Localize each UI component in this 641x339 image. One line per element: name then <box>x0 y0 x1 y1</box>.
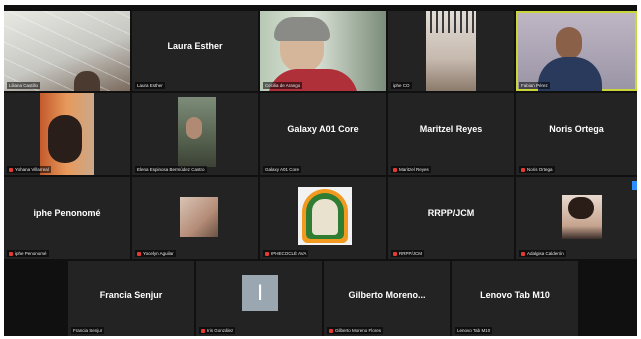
page-indicator-tab[interactable] <box>632 181 637 190</box>
avatar: I <box>242 275 278 311</box>
muted-mic-icon <box>137 251 141 256</box>
participant-display-name: iphe Penonomé <box>33 208 101 219</box>
participant-tile[interactable]: Liliana Castillo <box>4 11 130 91</box>
muted-mic-icon <box>521 167 525 172</box>
participant-tile[interactable]: Elena Espinosa Bermúdez Castro <box>132 93 258 175</box>
participant-tile[interactable]: I Iris González <box>196 261 322 336</box>
participant-tile[interactable]: Gilberto Moreno... Gilberto Moreno Flore… <box>324 261 450 336</box>
muted-mic-icon <box>9 167 13 172</box>
participant-label: Galaxy A01 Core <box>263 166 302 173</box>
participant-tile[interactable]: Lenovo Tab M10 Lenovo Tab M10 <box>452 261 578 336</box>
participant-display-name: Francia Senjur <box>99 289 163 300</box>
participant-video <box>180 197 218 237</box>
face <box>556 27 582 59</box>
window-bars <box>430 11 474 33</box>
participant-label: Laura Esther <box>135 82 165 89</box>
participant-label: Maritzel Reyes <box>391 166 431 173</box>
participant-tile[interactable]: Adalgisa Calderón <box>516 177 637 259</box>
hair <box>274 17 330 41</box>
participant-tile[interactable]: Galaxy A01 Core Galaxy A01 Core <box>260 93 386 175</box>
participant-display-name: RRPP/JCM <box>427 208 475 219</box>
video-gallery: Liliana Castillo Laura Esther Laura Esth… <box>4 5 637 336</box>
emblem-figure-icon <box>312 199 338 235</box>
person-hair <box>48 115 82 163</box>
participant-label: IPHECOCLÉ AVA <box>263 250 309 257</box>
participant-label: Yohana Villarreal <box>7 166 51 173</box>
participant-tile[interactable]: Francia Senjur Francia Senjur <box>68 261 194 336</box>
muted-mic-icon <box>393 251 397 256</box>
participant-tile[interactable]: Yohana Villarreal <box>4 93 130 175</box>
muted-mic-icon <box>201 328 205 333</box>
participant-label: Liliana Castillo <box>7 82 41 89</box>
participant-display-name: Maritzel Reyes <box>419 124 483 135</box>
participant-label: Iris González <box>199 327 236 334</box>
participant-tile[interactable]: IPHECOCLÉ AVA <box>260 177 386 259</box>
participant-tile[interactable]: Maritzel Reyes Maritzel Reyes <box>388 93 514 175</box>
participant-tile[interactable]: Noris Ortega Noris Ortega <box>516 93 637 175</box>
participant-label: Cecilia de Arango <box>263 82 303 89</box>
participant-label: iphe CO <box>391 82 412 89</box>
participant-label: Adalgisa Calderón <box>519 250 566 257</box>
participant-tile[interactable]: iphe CO <box>388 11 514 91</box>
participant-label: RRPP/JCM <box>391 250 425 257</box>
muted-mic-icon <box>329 328 333 333</box>
participant-tile[interactable]: Cecilia de Arango <box>260 11 386 91</box>
person-silhouette <box>74 71 100 91</box>
participant-tile[interactable]: Laura Esther Laura Esther <box>132 11 258 91</box>
participant-display-name: Gilberto Moreno... <box>348 289 426 300</box>
face <box>186 117 202 139</box>
participant-tile[interactable]: RRPP/JCM RRPP/JCM <box>388 177 514 259</box>
muted-mic-icon <box>393 167 397 172</box>
participant-label: Yocelyn Aguilar <box>135 250 176 257</box>
participant-tile[interactable]: iphe Penonomé iphe Penonomé <box>4 177 130 259</box>
participant-label: Lenovo Tab M10 <box>455 327 493 334</box>
muted-mic-icon <box>265 251 269 256</box>
muted-mic-icon <box>9 251 13 256</box>
participant-display-name: Noris Ortega <box>549 124 604 135</box>
participant-label: Elena Espinosa Bermúdez Castro <box>135 166 207 173</box>
participant-display-name: Galaxy A01 Core <box>287 124 359 135</box>
participant-label: Francia Senjur <box>71 327 105 334</box>
participant-tile[interactable]: Yocelyn Aguilar <box>132 177 258 259</box>
muted-mic-icon <box>521 251 525 256</box>
participant-label: Fabian Pérez <box>519 82 550 89</box>
participant-label: Gilberto Moreno Flores <box>327 327 384 334</box>
participant-display-name: Lenovo Tab M10 <box>480 289 550 300</box>
participant-label: iphe Penonomé <box>7 250 49 257</box>
participant-tile-active-speaker[interactable]: Fabian Pérez <box>516 11 637 91</box>
person-hair <box>568 197 594 219</box>
ceiling-pattern <box>4 11 130 91</box>
participant-display-name: Laura Esther <box>167 41 223 52</box>
participant-label: Noris Ortega <box>519 166 555 173</box>
